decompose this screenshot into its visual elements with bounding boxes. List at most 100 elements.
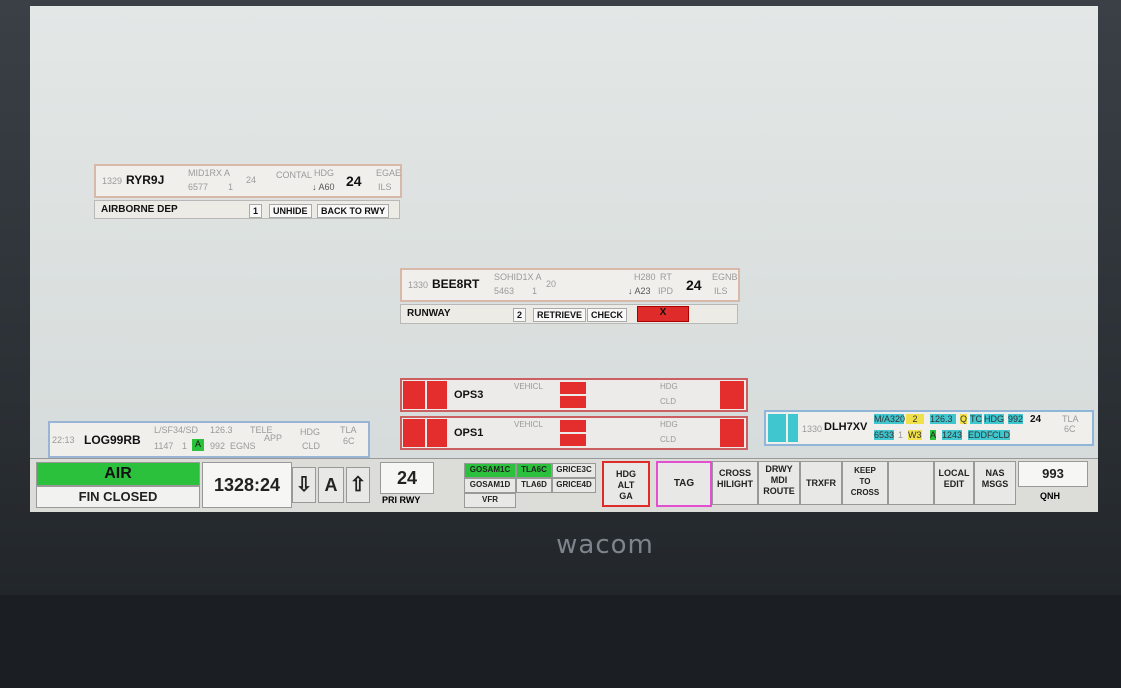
strip-time: 1330 [802, 424, 823, 434]
check-button[interactable]: CHECK [587, 308, 628, 322]
strip-cld: CLD [302, 441, 321, 451]
vehicle-red-cell [560, 420, 586, 432]
vehicle-strip-ops3[interactable]: OPS3 VEHICL HDG CLD [400, 378, 748, 412]
runway-bar: RUNWAY 2 RETRIEVE CHECK X [400, 304, 738, 324]
strip-app: ILS [714, 286, 728, 296]
cross-hilight-button[interactable]: CROSS HILIGHT [712, 461, 758, 505]
pri-rwy-value[interactable]: 24 [380, 462, 434, 494]
vehicle-red-cell [560, 434, 586, 446]
strip-wake: W3 [908, 430, 922, 440]
strip-sid: SOHID1X A [494, 272, 542, 282]
hdg-alt-ga-button[interactable]: HDG ALT GA [602, 461, 650, 507]
local-line: LOCAL [938, 468, 970, 478]
route-vfr[interactable]: VFR [464, 493, 516, 508]
arrow-up-icon[interactable]: ⇧ [346, 467, 370, 503]
strip-freq: 126.3 [210, 425, 233, 435]
strip-runway: 24 [1030, 414, 1042, 425]
qnh-value[interactable]: 993 [1018, 461, 1088, 487]
tag-button[interactable]: TAG [656, 461, 712, 507]
hdg-alt-ga-line: HDG [616, 469, 636, 479]
tablet-bezel-bottom [0, 595, 1121, 688]
vehicle-hdg: HDG [660, 382, 678, 391]
drwy-line: MDI [770, 475, 788, 485]
strip-freq: 126.3 [930, 414, 956, 424]
vehicle-strip-ops1[interactable]: OPS1 VEHICL HDG CLD [400, 416, 748, 450]
strip-ssr: 5463 [494, 286, 515, 296]
local-line: EDIT [943, 479, 965, 489]
strip-wake-num: 2 [906, 414, 924, 424]
strip-ipd: IPD [658, 286, 674, 296]
wacom-logo: wacom [556, 530, 654, 560]
strip-app: APP [264, 433, 283, 443]
strip-dest: EGNS [230, 441, 256, 451]
strip-app: ILS [378, 182, 392, 192]
route-gosam1c[interactable]: GOSAM1C [464, 463, 516, 478]
nas-msgs-button[interactable]: NAS MSGS [974, 461, 1016, 505]
local-edit-button[interactable]: LOCAL EDIT [934, 461, 974, 505]
nas-line: MSGS [981, 479, 1009, 489]
vehicle-name: OPS1 [454, 427, 484, 439]
arrow-down-icon[interactable]: ⇩ [292, 467, 316, 503]
strip-ssr: 6577 [188, 182, 209, 192]
strip-ab-green: A [192, 439, 204, 451]
keep-to-cross-button[interactable]: KEEP TO CROSS [842, 461, 888, 505]
strip-cyan-block [768, 414, 786, 442]
vehicle-type: VEHICL [514, 420, 543, 429]
strip-rfl: 24 [246, 175, 257, 185]
mode-a-button[interactable]: A [318, 467, 344, 503]
strip-type: L/SF34/SD [154, 425, 199, 435]
route-tla6d[interactable]: TLA6D [516, 478, 552, 493]
left-bay: 1329 RYR9J MID1RX A 6577 1 24 CONTAL HDG… [30, 6, 411, 458]
trxfr-button[interactable]: TRXFR [800, 461, 842, 505]
atc-display: 1329 RYR9J MID1RX A 6577 1 24 CONTAL HDG… [30, 6, 1098, 512]
strip-rfl: 20 [546, 279, 557, 289]
center-bay: 1330 BEE8RT SOHID1X A 5463 1 20 H280 RT … [400, 6, 757, 458]
vehicle-cld: CLD [660, 435, 677, 444]
cross-hilight-line: HILIGHT [717, 479, 753, 489]
drwy-mdi-route-button[interactable]: DRWY MDI ROUTE [758, 461, 800, 505]
strip-alt: ↓ A60 [312, 182, 335, 192]
strip-sid: MID1RX A [188, 168, 231, 178]
retrieve-button[interactable]: RETRIEVE [533, 308, 587, 322]
strip-callsign: LOG99RB [84, 433, 141, 447]
strip-tla2: 6C [1064, 424, 1076, 434]
strip-sq: 1243 [942, 430, 963, 440]
flight-strip-log99rb[interactable]: 22:13 LOG99RB L/SF34/SD 126.3 TELE 1147 … [48, 421, 370, 458]
strip-alt: ↓ A23 [628, 286, 651, 296]
route-tla6c[interactable]: TLA6C [516, 463, 552, 478]
route-gosam1d[interactable]: GOSAM1D [464, 478, 516, 493]
flight-strip-bee8rt[interactable]: 1330 BEE8RT SOHID1X A 5463 1 20 H280 RT … [400, 268, 740, 302]
nas-line: NAS [985, 468, 1005, 478]
flight-strip-dlh7xv[interactable]: 1330 DLH7XV M/A320 2 126.3 Q TC HDG 992 … [764, 410, 1094, 446]
vehicle-red-block [720, 381, 744, 409]
strip-callsign: DLH7XV [824, 421, 868, 433]
strip-ssr: 6533 [874, 430, 895, 440]
vehicle-type: VEHICL [514, 382, 543, 391]
fin-closed-button[interactable]: FIN CLOSED [36, 486, 200, 508]
runway-x-button[interactable]: X [637, 306, 689, 322]
strip-hdg: HDG [984, 414, 1004, 424]
air-status-button[interactable]: AIR [36, 462, 200, 486]
strip-a: A [930, 430, 937, 440]
strip-alt-num: 1 [182, 441, 188, 451]
vehicle-cld: CLD [660, 397, 677, 406]
airborne-count: 1 [249, 204, 263, 218]
strip-time: 1329 [102, 176, 123, 186]
hdg-alt-ga-line: GA [619, 491, 633, 501]
strip-route: CONTAL [276, 170, 312, 180]
drwy-line: DRWY [765, 464, 793, 474]
unhide-button[interactable]: UNHIDE [269, 204, 312, 218]
blank-button[interactable] [888, 461, 934, 505]
route-grice3c[interactable]: GRICE3C [552, 463, 596, 478]
runway-label: RUNWAY [407, 308, 451, 319]
qnh-label: QNH [1040, 491, 1060, 501]
flight-strip-ryr9j[interactable]: 1329 RYR9J MID1RX A 6577 1 24 CONTAL HDG… [94, 164, 402, 198]
back-to-rwy-button[interactable]: BACK TO RWY [317, 204, 390, 218]
route-grice4d[interactable]: GRICE4D [552, 478, 596, 493]
vehicle-name: OPS3 [454, 389, 484, 401]
strip-time: 22:13 [52, 435, 75, 445]
strip-hdg: H280 [634, 272, 656, 282]
strip-rt: RT [660, 272, 672, 282]
strip-ssr: 1147 [154, 441, 174, 451]
vehicle-red-block [427, 419, 447, 447]
